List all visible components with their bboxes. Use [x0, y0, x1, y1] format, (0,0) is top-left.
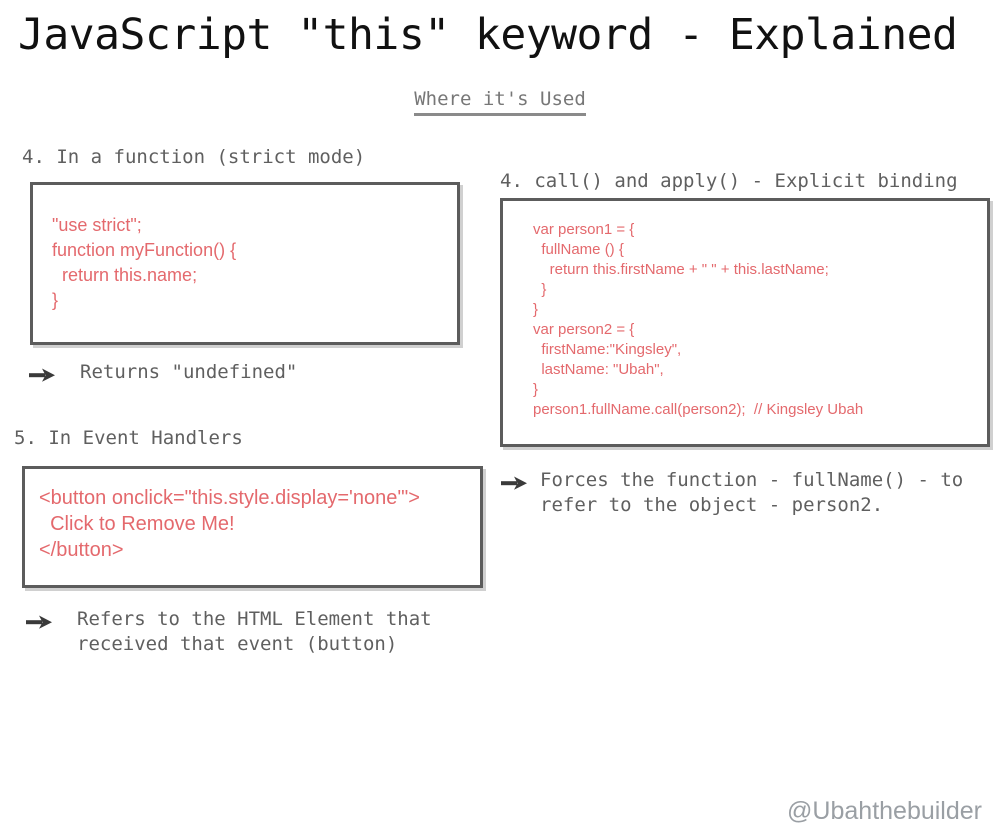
arrow-right-icon — [25, 611, 55, 633]
arrow-right-icon — [28, 364, 58, 386]
subtitle-label: Where it's Used — [414, 88, 586, 116]
subtitle: Where it's Used — [0, 88, 1000, 116]
note-text-refers-to-html-element: Refers to the HTML Element that received… — [77, 608, 432, 655]
author-watermark: @Ubahthebuilder — [787, 797, 982, 825]
section-heading-event-handlers: 5. In Event Handlers — [14, 427, 243, 449]
page-title: JavaScript "this" keyword - Explained — [18, 10, 958, 60]
code-block-strict-mode: "use strict"; function myFunction() { re… — [30, 182, 460, 345]
note-text-forces-function-binding: Forces the function - fullName() - to re… — [540, 469, 964, 516]
arrow-right-icon — [500, 472, 530, 494]
slide-canvas: JavaScript "this" keyword - Explained Wh… — [0, 0, 1000, 834]
section-heading-call-apply: 4. call() and apply() - Explicit binding — [500, 170, 958, 192]
code-text-event-handlers: <button onclick="this.style.display='non… — [39, 487, 420, 561]
code-block-call-apply: var person1 = { fullName () { return thi… — [500, 198, 990, 447]
section-heading-strict-mode: 4. In a function (strict mode) — [22, 146, 366, 168]
code-block-event-handlers: <button onclick="this.style.display='non… — [22, 466, 483, 588]
code-text-call-apply: var person1 = { fullName () { return thi… — [533, 221, 864, 418]
note-text-returns-undefined: Returns "undefined" — [80, 361, 298, 383]
code-text-strict-mode: "use strict"; function myFunction() { re… — [52, 215, 237, 310]
note-returns-undefined: Returns "undefined" — [28, 360, 297, 386]
note-forces-function-binding: Forces the function - fullName() - to re… — [500, 468, 963, 518]
note-refers-to-html-element: Refers to the HTML Element that received… — [25, 607, 432, 657]
